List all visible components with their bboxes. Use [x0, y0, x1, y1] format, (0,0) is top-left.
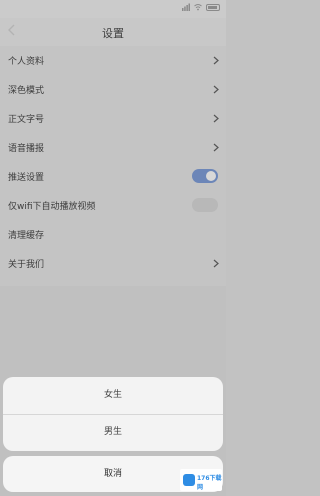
- settings-row-wifi-autoplay: 仅wifi下自动播放视频: [0, 191, 226, 220]
- chevron-right-icon: [213, 259, 219, 268]
- chevron-right-icon: [213, 114, 219, 123]
- row-label: 推送设置: [8, 173, 45, 183]
- wifi-icon: [194, 4, 202, 11]
- settings-row-clear-cache[interactable]: 清理缓存: [0, 220, 226, 249]
- watermark-text: 176下载网: [197, 475, 222, 491]
- status-icons: [182, 3, 220, 11]
- chevron-right-icon: [213, 56, 219, 65]
- toggle-knob: [206, 171, 216, 181]
- row-label: 关于我们: [8, 260, 45, 270]
- row-label: 语音播报: [8, 144, 45, 154]
- settings-row-about[interactable]: 关于我们: [0, 249, 226, 278]
- watermark-logo: 176下载网: [180, 469, 222, 491]
- settings-row-font-size[interactable]: 正文字号: [0, 104, 226, 133]
- chevron-right-icon: [213, 143, 219, 152]
- battery-icon: [206, 3, 220, 11]
- settings-list: 个人资料 深色模式 正文字号 语音播报 推送设置 仅wifi下自动播放视频 清理…: [0, 46, 226, 286]
- settings-row-dark-mode[interactable]: 深色模式: [0, 75, 226, 104]
- action-sheet: 女生 男生: [3, 377, 223, 451]
- option-female[interactable]: 女生: [3, 377, 223, 414]
- settings-row-voice[interactable]: 语音播报: [0, 133, 226, 162]
- signal-icon: [182, 3, 190, 11]
- wifi-autoplay-toggle[interactable]: [192, 198, 218, 212]
- page-header: 设置: [0, 18, 226, 46]
- push-toggle[interactable]: [192, 169, 218, 183]
- watermark-icon: [183, 474, 195, 486]
- row-label: 个人资料: [8, 57, 45, 67]
- status-bar: [0, 0, 226, 18]
- page-title: 设置: [102, 27, 124, 40]
- row-label: 正文字号: [8, 115, 45, 125]
- row-label: 深色模式: [8, 86, 45, 96]
- row-label: 仅wifi下自动播放视频: [8, 202, 96, 212]
- row-label: 清理缓存: [8, 231, 45, 241]
- settings-row-push: 推送设置: [0, 162, 226, 191]
- chevron-right-icon: [213, 85, 219, 94]
- settings-row-profile[interactable]: 个人资料: [0, 46, 226, 75]
- option-male[interactable]: 男生: [3, 414, 223, 451]
